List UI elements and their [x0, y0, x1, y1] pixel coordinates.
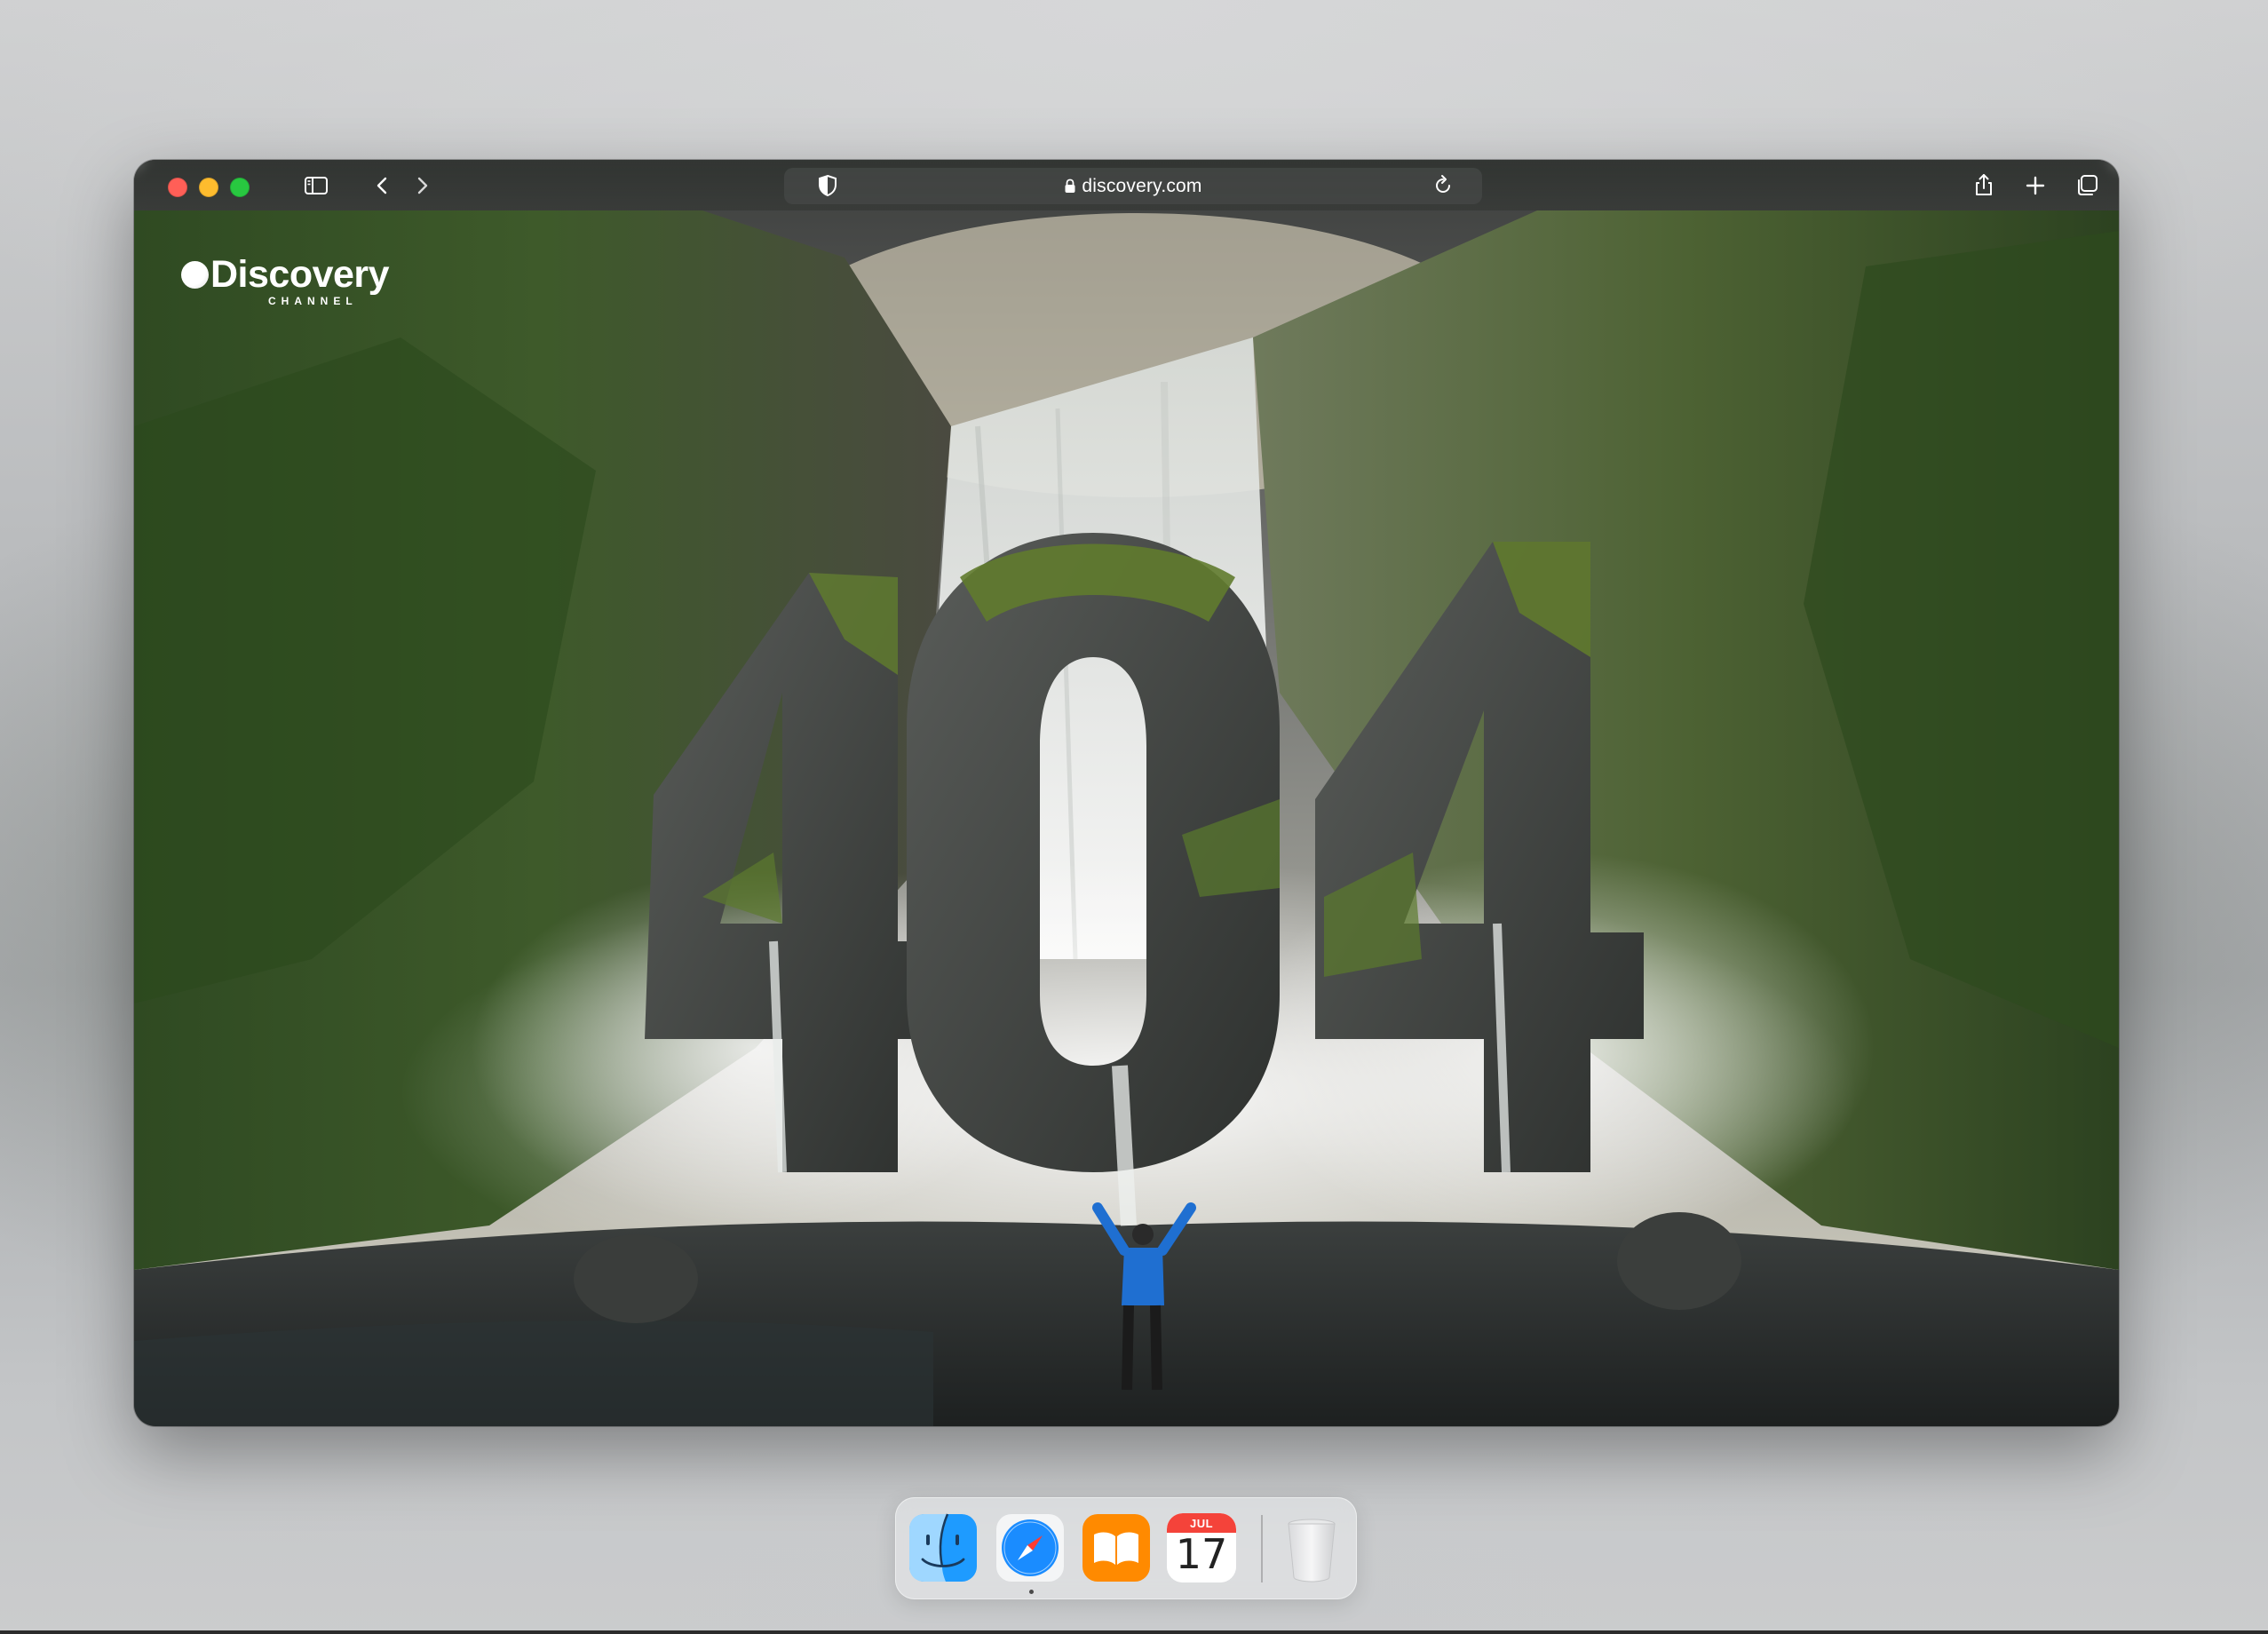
- dock: JUL 17: [895, 1497, 1357, 1599]
- finder-icon: [909, 1513, 977, 1582]
- safari-running-indicator: [1029, 1590, 1034, 1594]
- discovery-channel-logo[interactable]: Discovery CHANNEL: [181, 253, 390, 307]
- calendar-day: 17: [1175, 1530, 1228, 1578]
- logo-word: Discovery: [210, 253, 390, 296]
- safari-icon: [996, 1514, 1064, 1582]
- lock-icon: [1065, 178, 1075, 193]
- address-bar[interactable]: discovery.com: [784, 168, 1482, 204]
- trash-icon: [1288, 1519, 1336, 1582]
- dock-safari[interactable]: [995, 1513, 1065, 1582]
- new-tab-icon: [2026, 176, 2045, 195]
- calendar-month: JUL: [1189, 1517, 1214, 1530]
- hero-scene-svg: [134, 160, 2119, 1426]
- forward-button[interactable]: [408, 172, 435, 199]
- screen-bottom-edge: [0, 1630, 2268, 1634]
- sidebar-icon: [305, 177, 328, 194]
- dock-books[interactable]: [1082, 1513, 1151, 1582]
- share-button[interactable]: [1971, 172, 1997, 199]
- new-tab-button[interactable]: [2022, 172, 2049, 199]
- sidebar-toggle-button[interactable]: [303, 172, 329, 199]
- dock-calendar[interactable]: JUL 17: [1167, 1513, 1236, 1582]
- logo-subtitle: CHANNEL: [268, 295, 358, 307]
- dock-finder[interactable]: [908, 1513, 978, 1582]
- browser-toolbar: discovery.com: [134, 160, 2119, 210]
- window-controls: [168, 178, 250, 197]
- close-window-button[interactable]: [168, 178, 187, 197]
- url-display: discovery.com: [1064, 176, 1201, 197]
- globe-icon: [181, 261, 209, 289]
- tab-overview-icon: [2078, 175, 2098, 195]
- browser-window: discovery.com Discovery CHANNEL: [134, 160, 2119, 1426]
- url-text: discovery.com: [1082, 175, 1202, 196]
- dock-trash[interactable]: [1277, 1513, 1346, 1582]
- hero-waterfall-image: [134, 160, 2119, 1426]
- reload-icon: [1436, 175, 1450, 193]
- privacy-report-button[interactable]: [814, 172, 841, 199]
- tab-overview-button[interactable]: [2074, 172, 2100, 199]
- books-icon: [1082, 1514, 1150, 1582]
- zoom-window-button[interactable]: [230, 178, 250, 197]
- minimize-window-button[interactable]: [199, 178, 218, 197]
- forward-icon: [417, 177, 428, 194]
- back-icon: [377, 177, 387, 194]
- share-icon: [1976, 174, 1992, 195]
- privacy-shield-icon: [819, 174, 837, 197]
- dock-divider: [1261, 1515, 1263, 1582]
- logo-wordmark: Discovery: [181, 253, 390, 296]
- back-button[interactable]: [369, 172, 396, 199]
- reload-button[interactable]: [1430, 172, 1456, 199]
